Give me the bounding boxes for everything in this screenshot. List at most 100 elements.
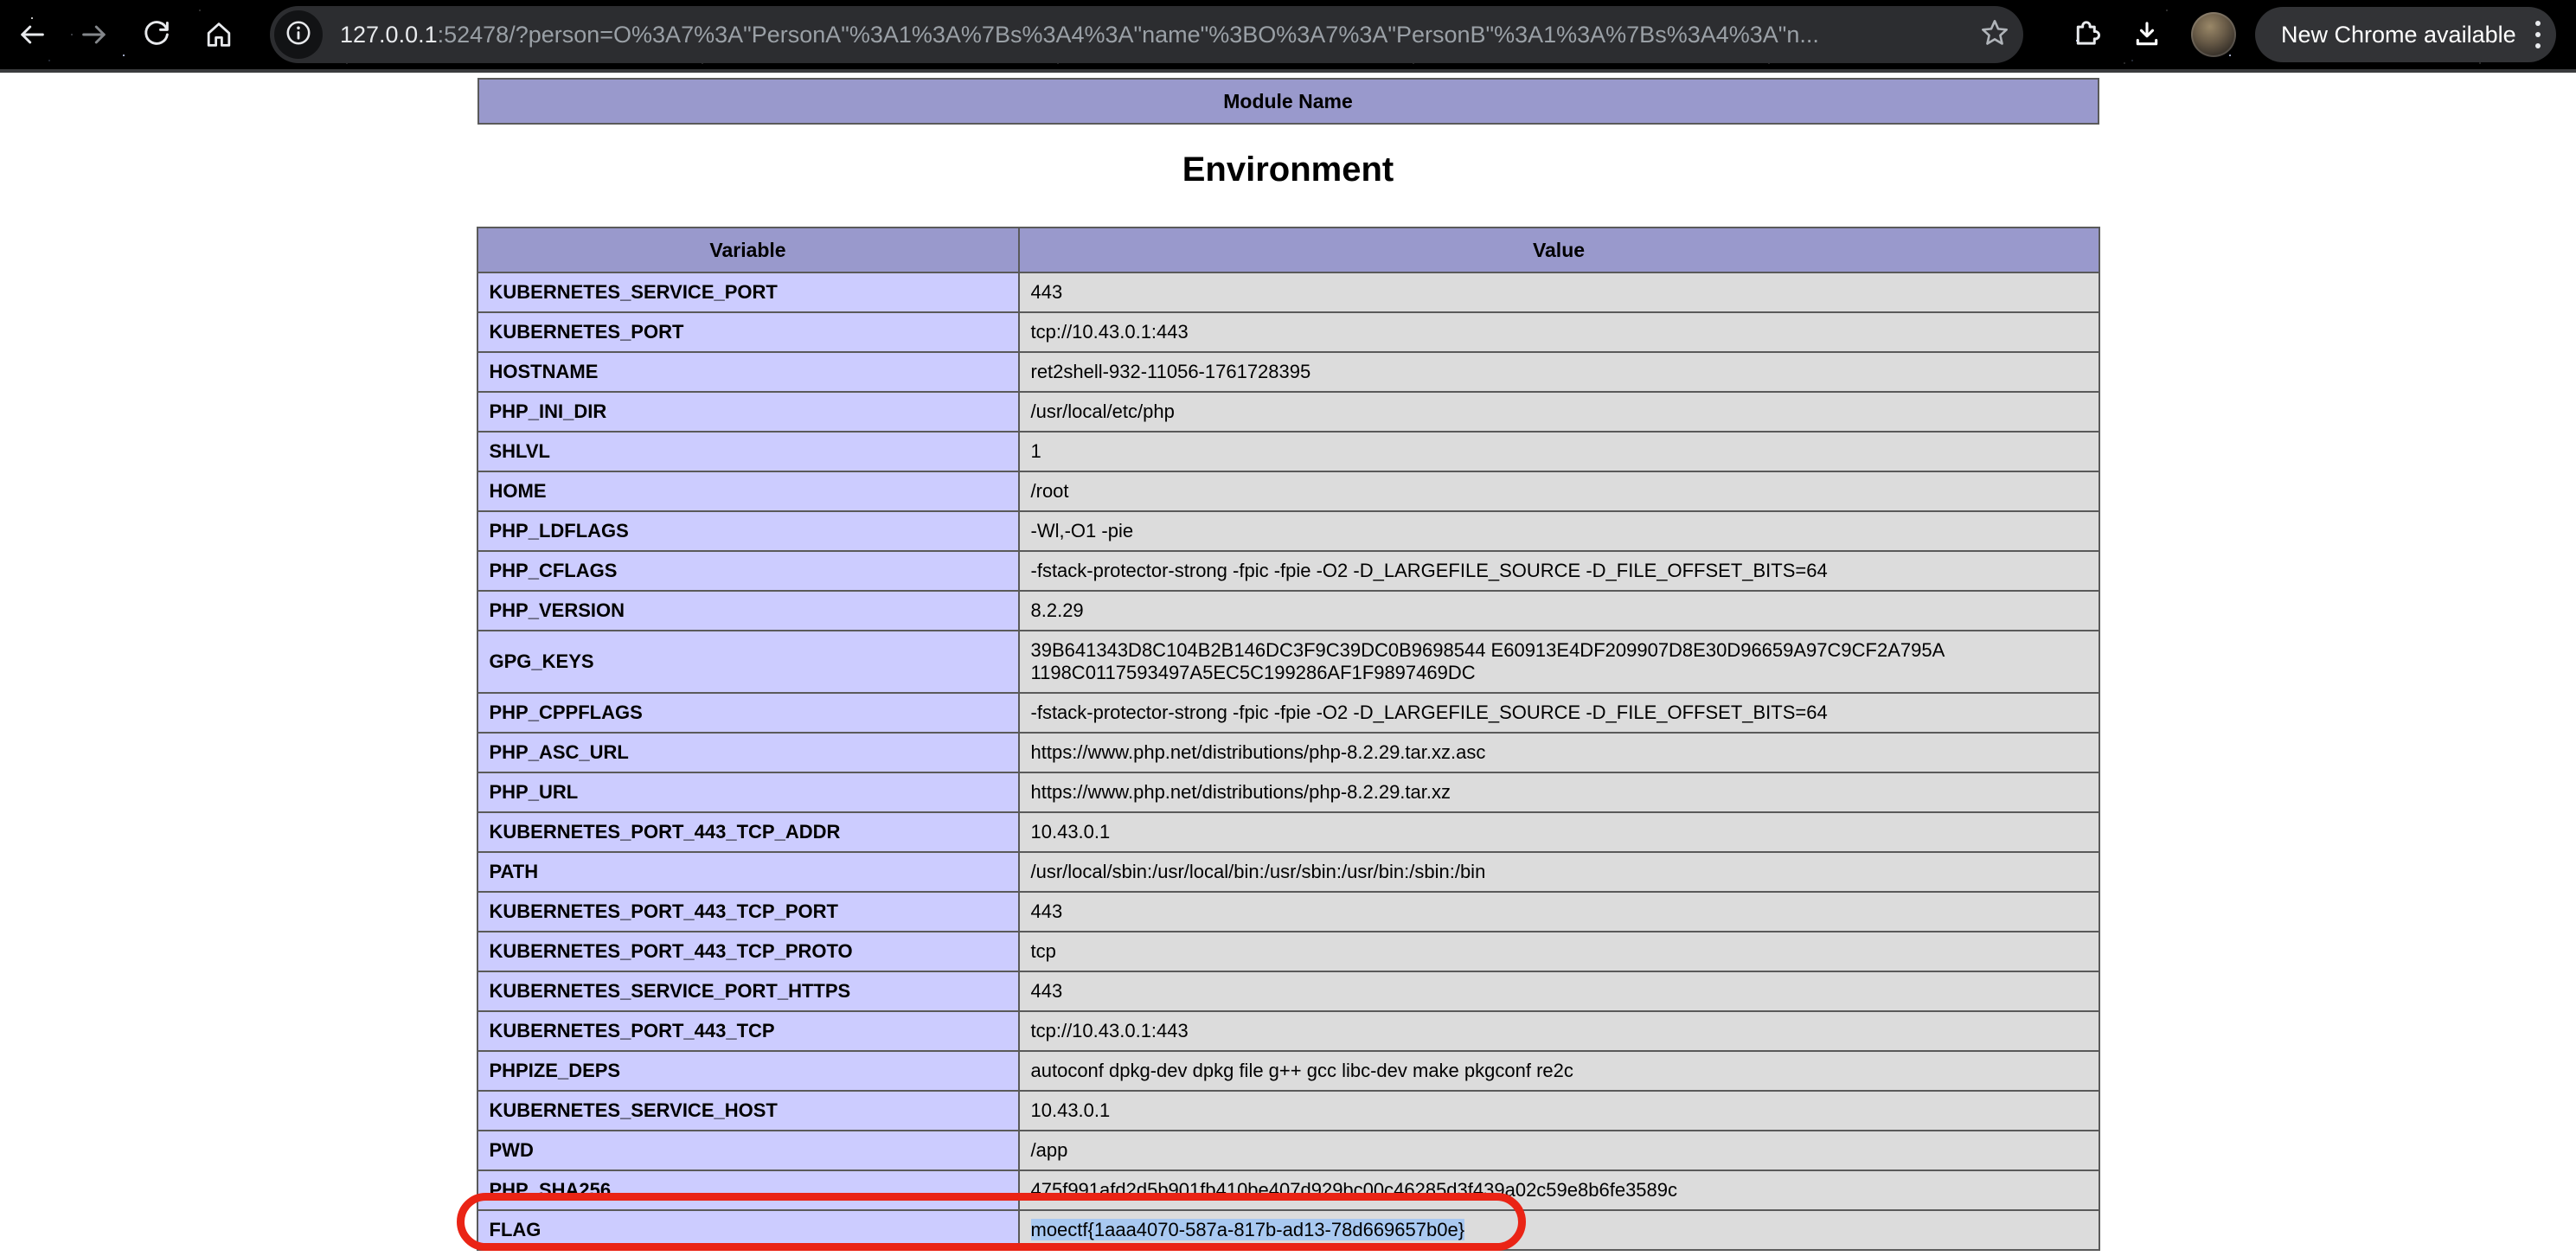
environment-table: Variable Value KUBERNETES_SERVICE_PORT 4… — [477, 227, 2100, 1251]
env-variable-name: PHP_INI_DIR — [477, 392, 1019, 432]
env-variable-value: tcp://10.43.0.1:443 — [1019, 1011, 2099, 1051]
table-row: PHP_LDFLAGS -Wl,-O1 -pie — [477, 511, 2099, 551]
reload-button[interactable] — [138, 16, 175, 53]
env-variable-name: KUBERNETES_SERVICE_PORT_HTTPS — [477, 971, 1019, 1011]
env-variable-name: PHP_LDFLAGS — [477, 511, 1019, 551]
table-row: KUBERNETES_SERVICE_PORT_HTTPS 443 — [477, 971, 2099, 1011]
env-variable-value: https://www.php.net/distributions/php-8.… — [1019, 772, 2099, 812]
env-variable-value: 443 — [1019, 272, 2099, 312]
module-name-header: Module Name — [478, 79, 2099, 124]
env-variable-value: 1 — [1019, 432, 2099, 471]
table-row: PHP_URL https://www.php.net/distribution… — [477, 772, 2099, 812]
table-row: FLAG moectf{1aaa4070-587a-817b-ad13-78d6… — [477, 1210, 2099, 1250]
site-info-icon — [284, 18, 313, 52]
env-variable-value: /app — [1019, 1131, 2099, 1170]
table-row: PHP_CFLAGS -fstack-protector-strong -fpi… — [477, 551, 2099, 591]
table-row: PWD /app — [477, 1131, 2099, 1170]
toolbar-right-group: New Chrome available — [2067, 7, 2556, 62]
env-variable-value: https://www.php.net/distributions/php-8.… — [1019, 733, 2099, 772]
env-variable-value: 443 — [1019, 971, 2099, 1011]
env-variable-value: /root — [1019, 471, 2099, 511]
env-variable-value: ret2shell-932-11056-1761728395 — [1019, 352, 2099, 392]
site-info-button[interactable] — [274, 10, 323, 59]
bookmark-button[interactable] — [1978, 16, 2011, 54]
column-header-variable: Variable — [477, 227, 1019, 272]
env-variable-name: PHP_CFLAGS — [477, 551, 1019, 591]
env-table-body: KUBERNETES_SERVICE_PORT 443 KUBERNETES_P… — [477, 272, 2099, 1250]
env-variable-name: PHPIZE_DEPS — [477, 1051, 1019, 1091]
env-variable-name: KUBERNETES_SERVICE_HOST — [477, 1091, 1019, 1131]
column-header-value: Value — [1019, 227, 2099, 272]
home-icon — [203, 19, 234, 50]
env-variable-name: KUBERNETES_PORT_443_TCP_ADDR — [477, 812, 1019, 852]
phpinfo-page: Module Name Environment Variable Value K… — [0, 73, 2576, 1251]
env-variable-name: KUBERNETES_SERVICE_PORT — [477, 272, 1019, 312]
env-variable-name: PHP_SHA256 — [477, 1170, 1019, 1210]
table-row: PATH /usr/local/sbin:/usr/local/bin:/usr… — [477, 852, 2099, 892]
browser-toolbar: 127.0.0.1:52478/?person=O%3A7%3A"PersonA… — [0, 0, 2576, 73]
env-variable-name: PHP_VERSION — [477, 591, 1019, 631]
env-variable-name: HOME — [477, 471, 1019, 511]
table-row: PHP_SHA256 475f991afd2d5b901fb410be407d9… — [477, 1170, 2099, 1210]
env-variable-value: moectf{1aaa4070-587a-817b-ad13-78d669657… — [1019, 1210, 2099, 1250]
address-bar[interactable]: 127.0.0.1:52478/?person=O%3A7%3A"PersonA… — [270, 6, 2023, 63]
env-variable-name: KUBERNETES_PORT_443_TCP_PORT — [477, 892, 1019, 932]
table-row: PHPIZE_DEPS autoconf dpkg-dev dpkg file … — [477, 1051, 2099, 1091]
table-row: KUBERNETES_PORT_443_TCP_PROTO tcp — [477, 932, 2099, 971]
url-text[interactable]: 127.0.0.1:52478/?person=O%3A7%3A"PersonA… — [340, 22, 1968, 48]
table-row: PHP_CPPFLAGS -fstack-protector-strong -f… — [477, 693, 2099, 733]
env-variable-name: FLAG — [477, 1210, 1019, 1250]
env-variable-value: 443 — [1019, 892, 2099, 932]
env-variable-value: /usr/local/sbin:/usr/local/bin:/usr/sbin… — [1019, 852, 2099, 892]
table-row: KUBERNETES_SERVICE_PORT 443 — [477, 272, 2099, 312]
back-icon — [16, 19, 48, 50]
env-variable-value: 39B641343D8C104B2B146DC3F9C39DC0B9698544… — [1019, 631, 2099, 693]
forward-button[interactable] — [76, 16, 112, 53]
env-variable-name: PHP_ASC_URL — [477, 733, 1019, 772]
env-variable-name: PHP_CPPFLAGS — [477, 693, 1019, 733]
chrome-update-button[interactable]: New Chrome available — [2255, 7, 2556, 62]
module-name-table: Module Name — [477, 78, 2099, 125]
reload-icon — [141, 19, 172, 50]
table-row: PHP_INI_DIR /usr/local/etc/php — [477, 392, 2099, 432]
flag-value-selection[interactable]: moectf{1aaa4070-587a-817b-ad13-78d669657… — [1031, 1219, 1465, 1240]
table-row: HOSTNAME ret2shell-932-11056-1761728395 — [477, 352, 2099, 392]
env-variable-value: /usr/local/etc/php — [1019, 392, 2099, 432]
env-variable-name: SHLVL — [477, 432, 1019, 471]
env-variable-value: 10.43.0.1 — [1019, 1091, 2099, 1131]
download-icon — [2131, 18, 2163, 51]
env-variable-value: 475f991afd2d5b901fb410be407d929bc00c4628… — [1019, 1170, 2099, 1210]
env-variable-name: PWD — [477, 1131, 1019, 1170]
table-row: KUBERNETES_SERVICE_HOST 10.43.0.1 — [477, 1091, 2099, 1131]
table-row: KUBERNETES_PORT_443_TCP_ADDR 10.43.0.1 — [477, 812, 2099, 852]
more-menu-icon[interactable] — [2535, 21, 2541, 48]
table-row: PHP_ASC_URL https://www.php.net/distribu… — [477, 733, 2099, 772]
table-row: HOME /root — [477, 471, 2099, 511]
table-row: KUBERNETES_PORT tcp://10.43.0.1:443 — [477, 312, 2099, 352]
env-variable-value: tcp — [1019, 932, 2099, 971]
env-variable-value: -fstack-protector-strong -fpic -fpie -O2… — [1019, 693, 2099, 733]
env-variable-value: -fstack-protector-strong -fpic -fpie -O2… — [1019, 551, 2099, 591]
table-row: PHP_VERSION 8.2.29 — [477, 591, 2099, 631]
env-variable-name: GPG_KEYS — [477, 631, 1019, 693]
table-row: KUBERNETES_PORT_443_TCP_PORT 443 — [477, 892, 2099, 932]
env-variable-name: KUBERNETES_PORT_443_TCP — [477, 1011, 1019, 1051]
page-title: Environment — [0, 149, 2576, 190]
env-variable-value: 8.2.29 — [1019, 591, 2099, 631]
profile-avatar[interactable] — [2191, 12, 2236, 57]
url-path: :52478/?person=O%3A7%3A"PersonA"%3A1%3A%… — [438, 22, 1819, 48]
env-variable-value: tcp://10.43.0.1:443 — [1019, 312, 2099, 352]
table-row: KUBERNETES_PORT_443_TCP tcp://10.43.0.1:… — [477, 1011, 2099, 1051]
home-button[interactable] — [201, 16, 237, 53]
env-variable-name: HOSTNAME — [477, 352, 1019, 392]
env-variable-name: PHP_URL — [477, 772, 1019, 812]
extensions-button[interactable] — [2067, 16, 2103, 53]
back-button[interactable] — [14, 16, 50, 53]
env-variable-name: KUBERNETES_PORT — [477, 312, 1019, 352]
url-host: 127.0.0.1 — [340, 22, 438, 48]
downloads-button[interactable] — [2129, 16, 2165, 53]
table-row: SHLVL 1 — [477, 432, 2099, 471]
extensions-icon — [2068, 18, 2101, 51]
env-variable-value: -Wl,-O1 -pie — [1019, 511, 2099, 551]
chrome-update-label: New Chrome available — [2281, 22, 2516, 48]
